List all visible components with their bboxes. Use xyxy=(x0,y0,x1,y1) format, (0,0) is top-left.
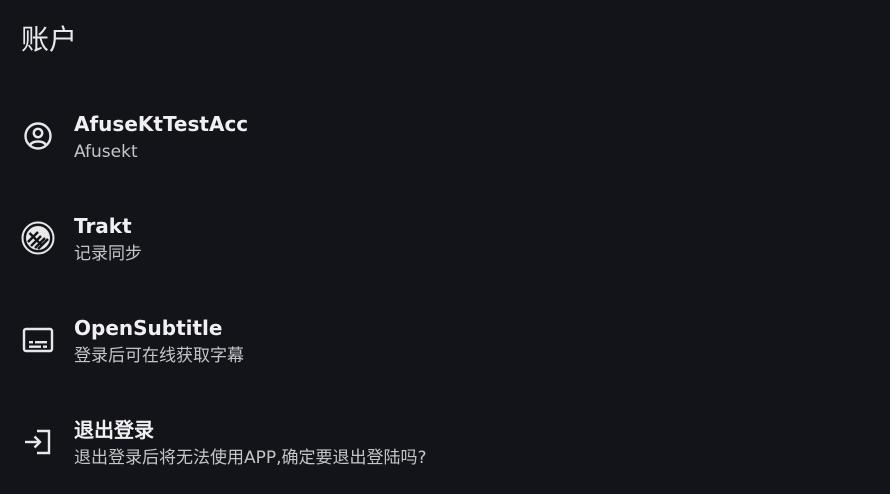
logout-item[interactable]: 退出登录 退出登录后将无法使用APP,确定要退出登陆吗? xyxy=(0,406,890,486)
trakt-subtitle: 记录同步 xyxy=(74,244,142,264)
account-item[interactable]: AfuseKtTestAcc Afusekt xyxy=(0,100,890,180)
logout-title: 退出登录 xyxy=(74,418,154,442)
trakt-logo-icon xyxy=(20,220,56,256)
trakt-title: Trakt xyxy=(74,214,132,238)
logout-subtitle: 退出登录后将无法使用APP,确定要退出登陆吗? xyxy=(74,448,427,468)
logout-icon xyxy=(20,424,56,460)
page-title: 账户 xyxy=(21,23,78,56)
opensubtitle-title: OpenSubtitle xyxy=(74,316,223,340)
account-username: Afusekt xyxy=(74,142,138,162)
trakt-item[interactable]: Trakt 记录同步 xyxy=(0,202,890,282)
account-name: AfuseKtTestAcc xyxy=(74,112,249,136)
subtitles-icon xyxy=(20,322,56,358)
account-circle-icon xyxy=(20,118,56,154)
opensubtitle-subtitle: 登录后可在线获取字幕 xyxy=(74,346,244,366)
opensubtitle-item[interactable]: OpenSubtitle 登录后可在线获取字幕 xyxy=(0,304,890,384)
account-settings-screen: 账户 AfuseKtTestAcc Afusekt Trakt 记录同步 Ope… xyxy=(0,0,890,494)
